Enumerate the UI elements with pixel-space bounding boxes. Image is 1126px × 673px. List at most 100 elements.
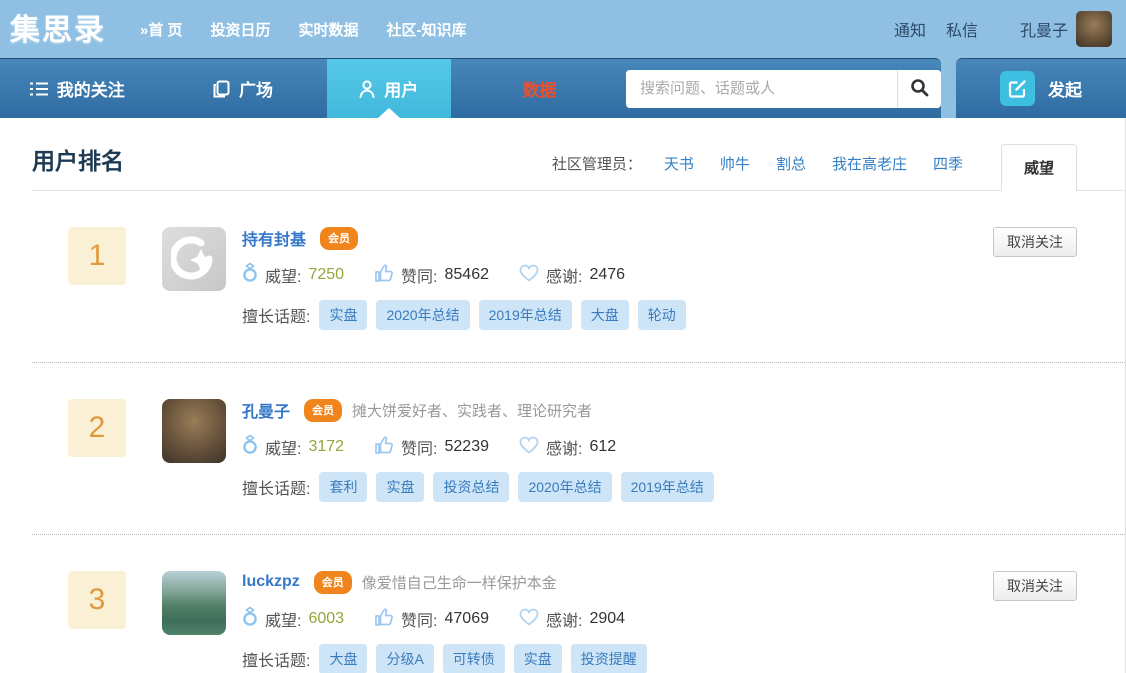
site-logo[interactable]: 集思录 <box>10 5 106 49</box>
user-signature: 像爱惜自己生命一样保护本金 <box>361 574 557 592</box>
tab-plaza[interactable]: 广场 <box>194 59 291 118</box>
admin-link[interactable]: 我在高老庄 <box>832 153 907 174</box>
topic-pill[interactable]: 实盘 <box>513 644 562 673</box>
topics-row: 擅长话题: 套利 实盘 投资总结 2020年总结 2019年总结 <box>242 472 714 502</box>
tab-data[interactable]: 数据 <box>491 59 588 118</box>
topic-pill[interactable]: 2019年总结 <box>620 472 714 502</box>
ring-icon <box>242 434 258 460</box>
compose-icon <box>1000 71 1035 106</box>
member-badge: 会员 <box>313 570 352 594</box>
admin-link[interactable]: 割总 <box>776 153 806 174</box>
admin-label: 社区管理员： <box>551 156 642 173</box>
prestige-stat: 威望: 3172 <box>242 434 344 460</box>
rank-badge: 2 <box>68 399 126 457</box>
topic-pill[interactable]: 2020年总结 <box>376 300 470 330</box>
admin-link[interactable]: 帅牛 <box>720 153 750 174</box>
username-link[interactable]: luckzpz <box>242 573 300 591</box>
search-button[interactable] <box>897 69 942 108</box>
search-icon <box>910 78 929 100</box>
topic-pill[interactable]: 大盘 <box>319 644 368 673</box>
row-actions: 取消关注 <box>993 227 1077 257</box>
current-user[interactable]: 孔曼子 <box>1020 11 1112 47</box>
admin-link[interactable]: 四季 <box>933 153 963 174</box>
topic-pill[interactable]: 套利 <box>319 472 368 502</box>
avatar[interactable] <box>162 571 226 635</box>
member-badge: 会员 <box>304 398 343 422</box>
publish-button[interactable]: 发起 <box>1000 71 1082 106</box>
topic-pill[interactable]: 投资提醒 <box>570 644 647 673</box>
thanks-value: 612 <box>589 438 617 455</box>
topic-pill[interactable]: 轮动 <box>637 300 686 330</box>
search-area <box>626 69 942 108</box>
publish-label: 发起 <box>1048 81 1082 100</box>
thanks-label: 感谢: <box>546 269 583 286</box>
username-link[interactable]: 持有封基 <box>242 226 306 250</box>
thanks-stat: 感谢: 612 <box>519 435 616 459</box>
topic-pill[interactable]: 分级A <box>376 644 434 673</box>
topic-pill[interactable]: 2019年总结 <box>478 300 572 330</box>
username-link[interactable]: 孔曼子 <box>242 398 290 422</box>
ring-icon <box>242 262 258 288</box>
row-actions: 取消关注 <box>993 571 1077 601</box>
list-icon <box>29 81 48 97</box>
user-info: 孔曼子 会员 摊大饼爱好者、实践者、理论研究者 威望: 3172 赞同: 522… <box>242 398 714 502</box>
topics-label: 擅长话题: <box>242 481 311 498</box>
avatar[interactable] <box>162 227 226 291</box>
side-nav: 发起 <box>956 58 1126 118</box>
board-icon <box>213 80 230 98</box>
topic-pill[interactable]: 大盘 <box>580 300 629 330</box>
agree-value: 85462 <box>444 266 490 283</box>
tab-my-follow[interactable]: 我的关注 <box>0 59 154 118</box>
current-user-name[interactable]: 孔曼子 <box>1020 17 1068 41</box>
prestige-label: 威望: <box>265 441 302 458</box>
user-signature: 摊大饼爱好者、实践者、理论研究者 <box>352 402 593 420</box>
tab-prestige-sort[interactable]: 威望 <box>1000 144 1077 191</box>
tab-users-active[interactable]: 用户 <box>326 59 451 118</box>
topic-pill[interactable]: 实盘 <box>319 300 368 330</box>
nav-calendar[interactable]: 投资日历 <box>211 19 271 40</box>
top-nav: »首 页 投资日历 实时数据 社区-知识库 <box>140 19 467 40</box>
thanks-stat: 感谢: 2476 <box>519 263 625 287</box>
nav-home[interactable]: »首 页 <box>140 19 183 40</box>
user-row: 1 持有封基 会员 威望: 7250 赞同: 85462 感谢: 2476 擅长… <box>32 191 1125 363</box>
topics-row: 擅长话题: 大盘 分级A 可转债 实盘 投资提醒 <box>242 644 647 673</box>
admin-link[interactable]: 天书 <box>664 153 694 174</box>
thumbs-up-icon <box>374 263 394 288</box>
messages-link[interactable]: 私信 <box>946 17 978 41</box>
topic-pill[interactable]: 实盘 <box>376 472 425 502</box>
user-row: 3 luckzpz 会员 像爱惜自己生命一样保护本金 威望: 6003 赞同: … <box>32 535 1125 673</box>
search-input[interactable] <box>626 69 898 108</box>
user-row: 2 孔曼子 会员 摊大饼爱好者、实践者、理论研究者 威望: 3172 赞同: 5… <box>32 363 1125 535</box>
nav-realtime-data[interactable]: 实时数据 <box>299 19 359 40</box>
nav-community-wiki[interactable]: 社区-知识库 <box>387 19 467 40</box>
heart-icon <box>519 264 539 287</box>
current-user-avatar[interactable] <box>1076 11 1112 47</box>
person-icon <box>359 79 375 98</box>
prestige-stat: 威望: 6003 <box>242 606 344 632</box>
top-bar-right: 通知 私信 孔曼子 <box>894 11 1112 47</box>
thanks-value: 2904 <box>589 610 626 627</box>
agree-stat: 赞同: 47069 <box>374 607 489 632</box>
top-bar: 集思录 »首 页 投资日历 实时数据 社区-知识库 通知 私信 孔曼子 <box>0 0 1126 58</box>
content-area: 用户排名 社区管理员： 天书 帅牛 割总 我在高老庄 四季 威望 1 持有封基 … <box>0 118 1126 673</box>
agree-stat: 赞同: 85462 <box>374 263 489 288</box>
ring-icon <box>242 606 258 632</box>
topics-label: 擅长话题: <box>242 653 311 670</box>
tab-users-label: 用户 <box>384 81 419 100</box>
tab-plaza-label: 广场 <box>238 81 273 100</box>
notifications-link[interactable]: 通知 <box>894 17 926 41</box>
unfollow-button[interactable]: 取消关注 <box>993 227 1077 257</box>
agree-label: 赞同: <box>401 269 438 286</box>
topics-row: 擅长话题: 实盘 2020年总结 2019年总结 大盘 轮动 <box>242 300 686 330</box>
topic-pill[interactable]: 投资总结 <box>433 472 510 502</box>
prestige-value: 7250 <box>308 266 345 283</box>
tab-my-follow-label: 我的关注 <box>56 81 125 100</box>
user-info: luckzpz 会员 像爱惜自己生命一样保护本金 威望: 6003 赞同: 47… <box>242 570 647 673</box>
prestige-value: 6003 <box>308 610 345 627</box>
unfollow-button[interactable]: 取消关注 <box>993 571 1077 601</box>
prestige-label: 威望: <box>265 613 302 630</box>
topic-pill[interactable]: 2020年总结 <box>518 472 612 502</box>
avatar[interactable] <box>162 399 226 463</box>
thanks-value: 2476 <box>589 266 626 283</box>
topic-pill[interactable]: 可转债 <box>442 644 505 673</box>
